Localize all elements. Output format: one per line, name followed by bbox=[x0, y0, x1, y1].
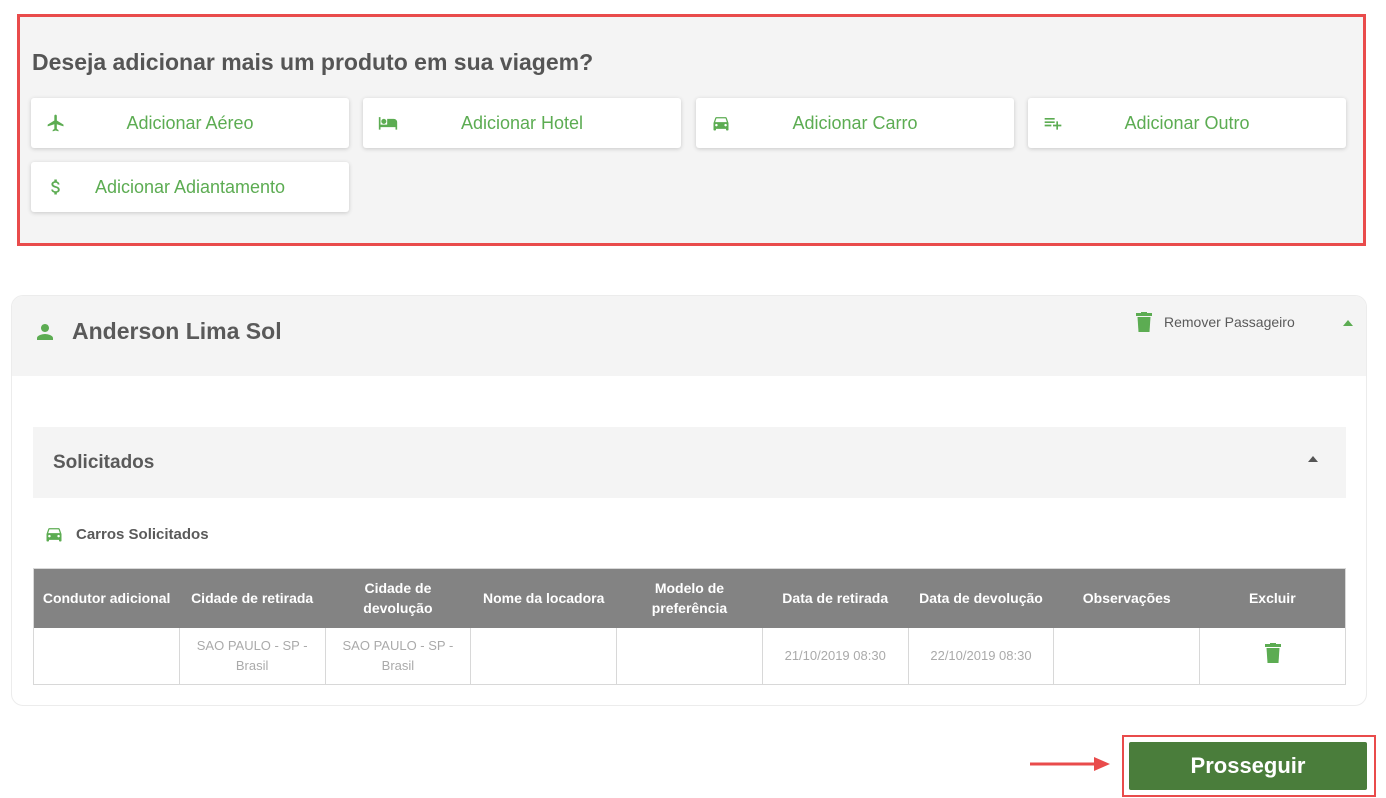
solicitados-label: Solicitados bbox=[53, 452, 155, 473]
add-car-button[interactable]: Adicionar Carro bbox=[696, 98, 1014, 148]
cell-excluir bbox=[1199, 627, 1346, 685]
header-cidade-retirada: Cidade de retirada bbox=[179, 568, 326, 628]
proceed-highlight: Prosseguir bbox=[1122, 735, 1376, 797]
car-icon bbox=[46, 528, 62, 542]
passenger-header[interactable]: Anderson Lima Sol Remover Passageiro bbox=[12, 296, 1366, 376]
trash-icon bbox=[1136, 312, 1152, 332]
header-modelo: Modelo de preferência bbox=[616, 568, 763, 628]
add-hotel-label: Adicionar Hotel bbox=[460, 112, 584, 133]
add-other-button[interactable]: Adicionar Outro bbox=[1028, 98, 1346, 148]
airplane-icon bbox=[47, 114, 64, 132]
add-product-section: Deseja adicionar mais um produto em sua … bbox=[17, 14, 1366, 246]
add-advance-button[interactable]: Adicionar Adiantamento bbox=[31, 162, 349, 212]
cars-requested-title: Carros Solicitados bbox=[42, 524, 209, 544]
bed-icon bbox=[378, 117, 398, 130]
table-row: SAO PAULO - SP - Brasil SAO PAULO - SP -… bbox=[33, 627, 1346, 685]
header-data-retirada: Data de retirada bbox=[762, 568, 909, 628]
passenger-card: Anderson Lima Sol Remover Passageiro Sol… bbox=[11, 295, 1367, 706]
cell-modelo bbox=[616, 627, 763, 685]
delete-trash-icon[interactable] bbox=[1264, 642, 1281, 663]
collapse-passenger-icon[interactable] bbox=[1343, 320, 1353, 326]
add-flight-button[interactable]: Adicionar Aéreo bbox=[31, 98, 349, 148]
playlist-add-icon bbox=[1044, 118, 1062, 130]
header-excluir: Excluir bbox=[1199, 568, 1346, 628]
add-advance-label: Adicionar Adiantamento bbox=[94, 176, 286, 197]
collapse-solicitados-icon[interactable] bbox=[1308, 456, 1318, 462]
remove-passenger-label: Remover Passageiro bbox=[1164, 314, 1295, 330]
arrow-right-icon bbox=[1030, 757, 1110, 771]
header-locadora: Nome da locadora bbox=[470, 568, 617, 628]
cell-data-retirada: 21/10/2019 08:30 bbox=[761, 627, 909, 685]
cell-data-devolucao: 22/10/2019 08:30 bbox=[907, 627, 1054, 685]
cell-locadora bbox=[470, 627, 617, 685]
dollar-icon bbox=[51, 179, 60, 195]
proceed-button[interactable]: Prosseguir bbox=[1129, 742, 1367, 790]
passenger-name: Anderson Lima Sol bbox=[72, 318, 282, 344]
add-other-label: Adicionar Outro bbox=[1124, 112, 1250, 133]
person-icon bbox=[37, 324, 53, 340]
solicitados-bar[interactable]: Solicitados bbox=[33, 427, 1346, 498]
cell-cidade-retirada: SAO PAULO - SP - Brasil bbox=[178, 627, 326, 685]
car-icon bbox=[713, 117, 729, 131]
cell-observacoes bbox=[1053, 627, 1200, 685]
header-data-devolucao: Data de devolução bbox=[908, 568, 1054, 628]
remove-passenger-button[interactable]: Remover Passageiro bbox=[1136, 312, 1295, 332]
header-cidade-devolucao: Cidade de devolução bbox=[325, 568, 471, 628]
table-header-row: Condutor adicional Cidade de retirada Ci… bbox=[33, 568, 1346, 628]
add-hotel-button[interactable]: Adicionar Hotel bbox=[363, 98, 681, 148]
header-observacoes: Observações bbox=[1053, 568, 1200, 628]
cell-cidade-devolucao: SAO PAULO - SP - Brasil bbox=[324, 627, 471, 685]
add-flight-label: Adicionar Aéreo bbox=[126, 112, 254, 133]
cars-table: Condutor adicional Cidade de retirada Ci… bbox=[33, 568, 1346, 685]
add-car-label: Adicionar Carro bbox=[792, 112, 918, 133]
cell-condutor bbox=[33, 627, 180, 685]
add-product-title: Deseja adicionar mais um produto em sua … bbox=[32, 49, 594, 75]
cars-requested-label: Carros Solicitados bbox=[76, 525, 209, 543]
header-condutor: Condutor adicional bbox=[33, 568, 180, 628]
